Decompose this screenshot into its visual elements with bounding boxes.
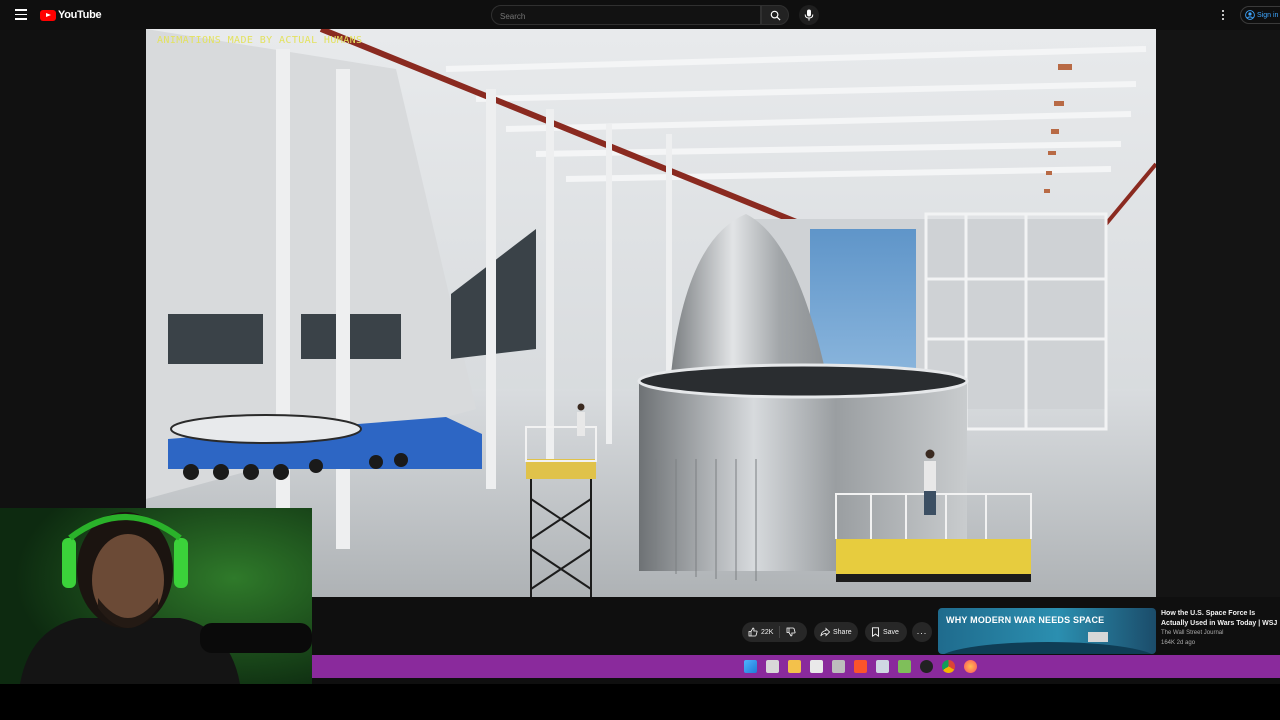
search-input[interactable] (492, 7, 760, 26)
more-actions-icon: ... (916, 625, 928, 636)
streamer-image (0, 508, 312, 684)
thumbs-up-icon[interactable] (748, 627, 758, 637)
voice-search-button[interactable] (799, 5, 819, 25)
thumbnail-caption: WHY MODERN WAR NEEDS SPACE (946, 615, 1105, 625)
windows-start-icon[interactable] (744, 660, 757, 673)
sign-in-button[interactable]: Sign in (1240, 6, 1280, 24)
like-count[interactable]: 22K (761, 629, 773, 636)
more-actions-button[interactable]: ... (912, 622, 932, 642)
settings-icon[interactable] (832, 660, 845, 673)
brave-browser-icon[interactable] (854, 660, 867, 673)
save-label: Save (883, 628, 899, 636)
task-view-icon[interactable] (766, 660, 779, 673)
document-icon[interactable] (876, 660, 889, 673)
sign-in-label: Sign in (1257, 11, 1279, 19)
app-icon[interactable] (898, 660, 911, 673)
recommended-video-meta: 164K 2d ago (1161, 640, 1196, 646)
file-explorer-icon[interactable] (788, 660, 801, 673)
like-dislike-group: 22K (742, 622, 807, 642)
search-icon (770, 10, 781, 21)
like-divider (779, 626, 781, 638)
recommended-video-thumbnail[interactable]: WHY MODERN WAR NEEDS SPACE (938, 608, 1156, 654)
video-overlay-caption: ANIMATIONS MADE BY ACTUAL HUMANS (157, 35, 363, 46)
hamburger-menu-icon[interactable] (15, 9, 27, 21)
windows-taskbar (312, 655, 1280, 678)
youtube-play-icon (40, 9, 56, 21)
right-margin (1156, 30, 1280, 608)
screen: YouTube Sign in (0, 0, 1280, 720)
search-button[interactable] (761, 5, 789, 25)
share-label: Share (833, 628, 852, 636)
webcam-overlay (0, 508, 312, 684)
youtube-logo[interactable]: YouTube (40, 9, 102, 21)
notepad-icon[interactable] (810, 660, 823, 673)
recommended-video-channel[interactable]: The Wall Street Journal (1161, 630, 1223, 636)
firefox-icon[interactable] (964, 660, 977, 673)
bookmark-icon (872, 627, 879, 637)
youtube-header: YouTube Sign in (0, 0, 1280, 30)
account-icon (1245, 10, 1255, 20)
settings-kebab-icon[interactable] (1222, 10, 1226, 20)
letterbox-bottom (0, 684, 1280, 720)
thumbs-down-icon[interactable] (786, 627, 796, 637)
logo-text: YouTube (58, 9, 102, 21)
search-box[interactable] (491, 5, 761, 26)
share-icon (820, 627, 830, 637)
chrome-icon[interactable] (942, 660, 955, 673)
share-button[interactable]: Share (814, 622, 858, 642)
save-button[interactable]: Save (865, 622, 907, 642)
microphone-icon (804, 9, 814, 21)
recommended-video-title[interactable]: How the U.S. Space Force Is Actually Use… (1161, 609, 1280, 629)
obs-icon[interactable] (920, 660, 933, 673)
